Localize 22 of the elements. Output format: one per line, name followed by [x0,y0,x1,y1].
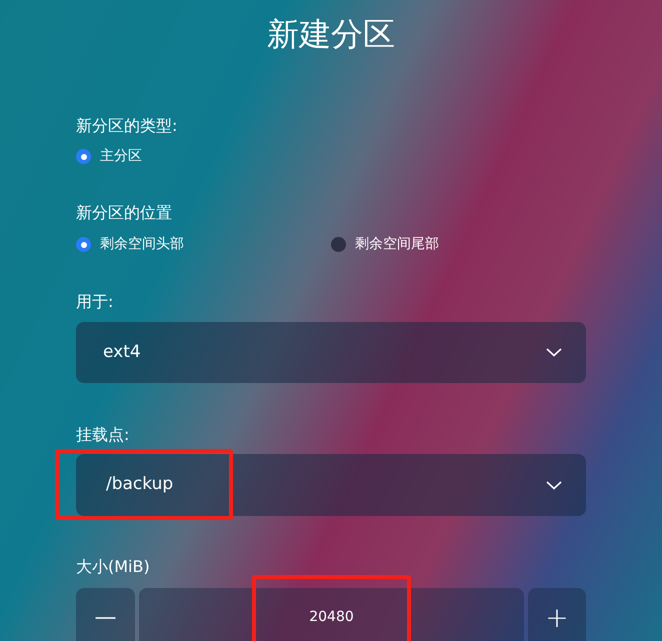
field-label: 新分区的类型: [76,116,178,136]
increment-button[interactable]: + [528,588,586,641]
radio-label: 剩余空间尾部 [355,235,439,254]
field-label: 新分区的位置 [76,203,173,223]
filesystem-dropdown[interactable]: ext4 [76,322,586,383]
radio-label: 主分区 [100,147,142,166]
radio-button[interactable] [76,237,91,252]
field-label: 挂载点: [76,425,130,445]
radio-option[interactable]: 剩余空间尾部 [331,234,586,255]
mount-point-dropdown[interactable]: /backup [76,454,586,516]
radio-option[interactable]: 剩余空间头部 [76,234,331,255]
radio-option[interactable]: 主分区 [76,146,142,167]
page-title: 新建分区 [266,14,396,54]
field-label: 用于: [76,292,114,312]
size-input-field[interactable]: 20480 [139,588,524,641]
radio-button[interactable] [331,237,346,252]
radio-button[interactable] [76,149,91,164]
field-label: 大小(MiB) [76,557,151,577]
chevron-down-icon [546,480,562,490]
decrement-button[interactable]: — [76,588,135,641]
radio-label: 剩余空间头部 [100,235,184,254]
chevron-down-icon [546,348,562,357]
